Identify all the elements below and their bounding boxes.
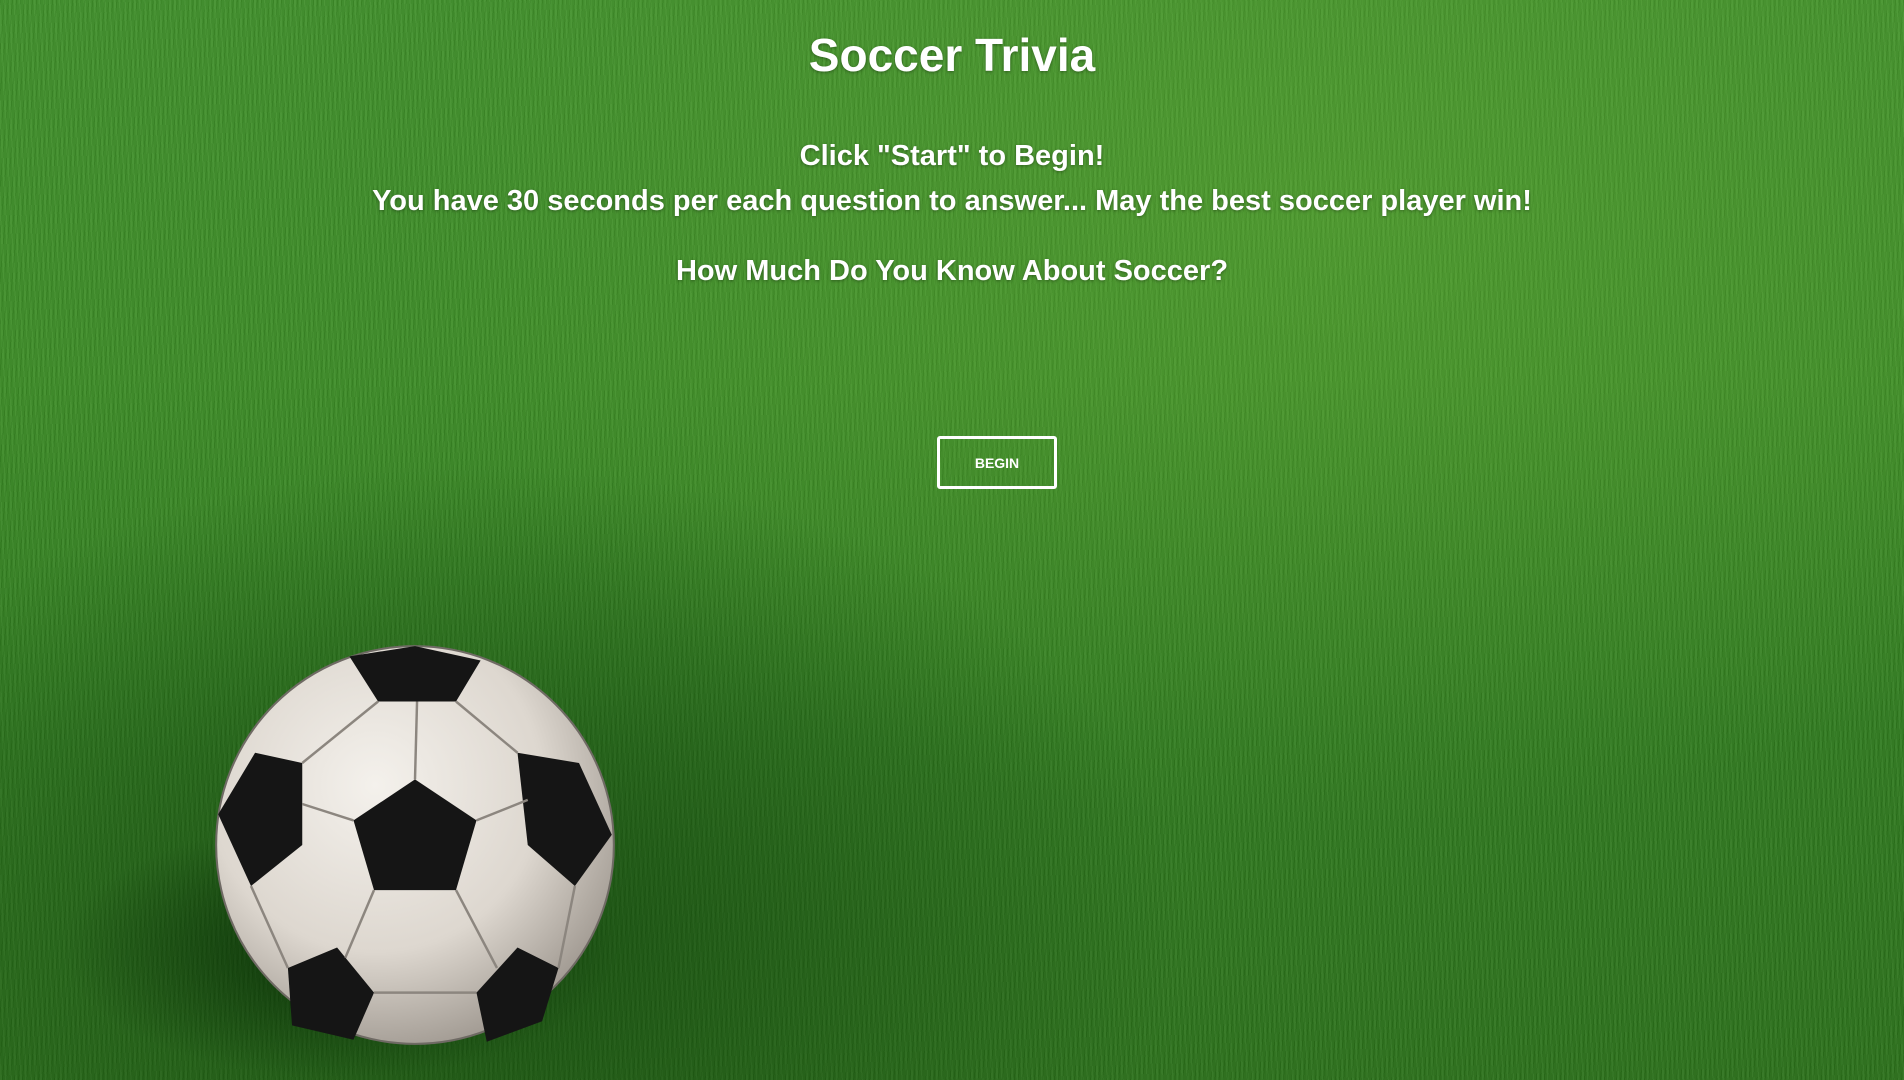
quiz-subtitle: How Much Do You Know About Soccer? [675,255,1229,287]
soccer-ball-icon [215,645,615,1045]
begin-button[interactable]: BEGIN [937,436,1057,489]
timer-instruction: You have 30 seconds per each question to… [372,185,1532,217]
start-instruction: Click "Start" to Begin! [799,140,1105,172]
page-title: Soccer Trivia [808,29,1096,81]
